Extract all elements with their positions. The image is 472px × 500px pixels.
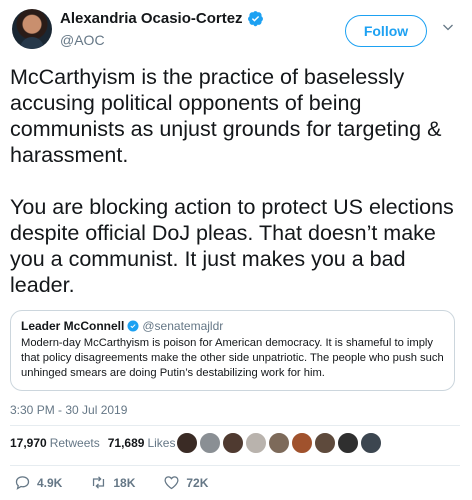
author-handle[interactable]: @AOC	[60, 32, 105, 48]
liker-avatar[interactable]	[222, 432, 244, 454]
follow-button[interactable]: Follow	[345, 15, 427, 47]
liker-avatar[interactable]	[360, 432, 382, 454]
verified-badge-icon	[127, 320, 139, 332]
tweet-text: McCarthyism is the practice of baselessl…	[10, 65, 454, 297]
likers-avatars	[176, 432, 383, 454]
quoted-author-name: Leader McConnell	[21, 319, 125, 333]
reply-button[interactable]: 4.9K	[14, 474, 62, 491]
retweets-label[interactable]: Retweets	[50, 436, 100, 450]
likes-count[interactable]: 71,689	[108, 436, 145, 450]
reply-icon	[15, 476, 30, 490]
divider	[10, 425, 460, 426]
tweet-timestamp[interactable]: 3:30 PM - 30 Jul 2019	[10, 403, 127, 417]
author-name-row: Alexandria Ocasio-Cortez	[60, 10, 264, 27]
reply-count: 4.9K	[37, 475, 63, 490]
chevron-down-icon[interactable]	[438, 19, 458, 39]
liker-avatar[interactable]	[176, 432, 198, 454]
engagement-stats: 17,970 Retweets 71,689 Likes	[10, 436, 183, 450]
retweet-button[interactable]: 18K	[90, 474, 135, 491]
quoted-author-handle: @senatemajldr	[142, 319, 224, 333]
liker-avatar[interactable]	[268, 432, 290, 454]
tweet-header: Alexandria Ocasio-Cortez @AOC Follow	[0, 0, 472, 62]
quoted-tweet[interactable]: Leader McConnell @senatemajldr Modern-da…	[10, 310, 455, 391]
liker-avatar[interactable]	[291, 432, 313, 454]
liker-avatar[interactable]	[314, 432, 336, 454]
like-button[interactable]: 72K	[163, 474, 208, 491]
author-name[interactable]: Alexandria Ocasio-Cortez	[60, 10, 243, 27]
quoted-tweet-header: Leader McConnell @senatemajldr	[21, 319, 444, 333]
liker-avatar[interactable]	[337, 432, 359, 454]
heart-icon	[164, 476, 179, 490]
tweet-actions: 4.9K 18K 72K	[14, 474, 236, 491]
author-avatar[interactable]	[12, 9, 52, 49]
liker-avatar[interactable]	[199, 432, 221, 454]
verified-badge-icon	[247, 11, 263, 27]
quoted-tweet-text: Modern-day McCarthyism is poison for Ame…	[21, 337, 444, 379]
retweet-icon	[93, 476, 105, 489]
divider	[10, 465, 460, 466]
retweet-count: 18K	[113, 475, 136, 490]
like-count: 72K	[186, 475, 209, 490]
likes-label[interactable]: Likes	[147, 436, 175, 450]
liker-avatar[interactable]	[245, 432, 267, 454]
retweets-count[interactable]: 17,970	[10, 436, 47, 450]
